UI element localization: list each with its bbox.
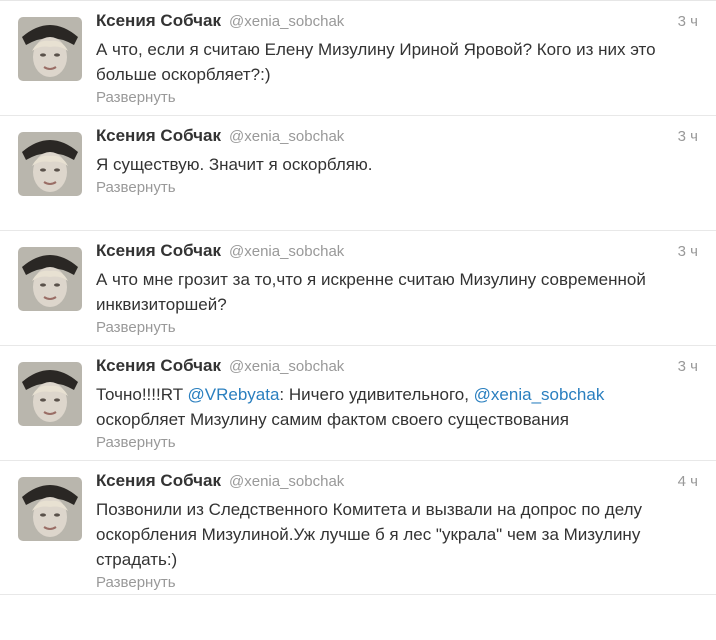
avatar[interactable] <box>18 362 82 426</box>
tweet-timeline: Ксения Собчак @xenia_sobchak 3 ч А что, … <box>0 0 716 595</box>
tweet-item[interactable]: Ксения Собчак @xenia_sobchak 3 ч А что м… <box>0 231 716 346</box>
tweet-header: Ксения Собчак @xenia_sobchak 4 ч <box>96 471 698 497</box>
tweet-header: Ксения Собчак @xenia_sobchak 3 ч <box>96 241 698 267</box>
mention-link[interactable]: @VRebyata <box>188 385 280 404</box>
avatar[interactable] <box>18 132 82 196</box>
tweet-text: Я существую. Значит я оскорбляю. <box>96 155 373 174</box>
tweet-text: Позвонили из Следственного Комитета и вы… <box>96 500 643 569</box>
author-name[interactable]: Ксения Собчак <box>96 471 221 491</box>
tweet-header: Ксения Собчак @xenia_sobchak 3 ч <box>96 126 698 152</box>
expand-link[interactable]: Развернуть <box>96 434 176 451</box>
timestamp[interactable]: 4 ч <box>678 473 698 490</box>
mention-link[interactable]: @xenia_sobchak <box>474 385 605 404</box>
tweet-item[interactable]: Ксения Собчак @xenia_sobchak 3 ч Точно!!… <box>0 346 716 461</box>
avatar[interactable] <box>18 17 82 81</box>
author-handle[interactable]: @xenia_sobchak <box>229 13 344 30</box>
author-name[interactable]: Ксения Собчак <box>96 11 221 31</box>
tweet-text-part: Точно!!!!RT <box>96 385 188 404</box>
tweet-text: А что мне грозит за то,что я искренне сч… <box>96 270 646 314</box>
expand-link[interactable]: Развернуть <box>96 319 176 336</box>
avatar[interactable] <box>18 247 82 311</box>
author-handle[interactable]: @xenia_sobchak <box>229 243 344 260</box>
tweet-item[interactable]: Ксения Собчак @xenia_sobchak 3 ч Я сущес… <box>0 116 716 231</box>
tweet-text: А что, если я считаю Елену Мизулину Ирин… <box>96 40 656 84</box>
tweet-header: Ксения Собчак @xenia_sobchak 3 ч <box>96 356 698 382</box>
tweet-text-part: оскорбляет Мизулину самим фактом своего … <box>96 410 569 429</box>
timestamp[interactable]: 3 ч <box>678 243 698 260</box>
timestamp[interactable]: 3 ч <box>678 358 698 375</box>
author-name[interactable]: Ксения Собчак <box>96 241 221 261</box>
author-handle[interactable]: @xenia_sobchak <box>229 358 344 375</box>
expand-link[interactable]: Развернуть <box>96 179 176 196</box>
tweet-header: Ксения Собчак @xenia_sobchak 3 ч <box>96 11 698 37</box>
tweet-item[interactable]: Ксения Собчак @xenia_sobchak 4 ч Позвони… <box>0 461 716 595</box>
author-name[interactable]: Ксения Собчак <box>96 126 221 146</box>
author-name[interactable]: Ксения Собчак <box>96 356 221 376</box>
expand-link[interactable]: Развернуть <box>96 89 176 106</box>
timestamp[interactable]: 3 ч <box>678 13 698 30</box>
tweet-text-part: : Ничего удивительного, <box>279 385 474 404</box>
expand-link[interactable]: Развернуть <box>96 574 176 591</box>
tweet-item[interactable]: Ксения Собчак @xenia_sobchak 3 ч А что, … <box>0 1 716 116</box>
author-handle[interactable]: @xenia_sobchak <box>229 473 344 490</box>
avatar[interactable] <box>18 477 82 541</box>
timestamp[interactable]: 3 ч <box>678 128 698 145</box>
author-handle[interactable]: @xenia_sobchak <box>229 128 344 145</box>
tweet-text: Точно!!!!RT @VRebyata: Ничего удивительн… <box>96 382 698 432</box>
